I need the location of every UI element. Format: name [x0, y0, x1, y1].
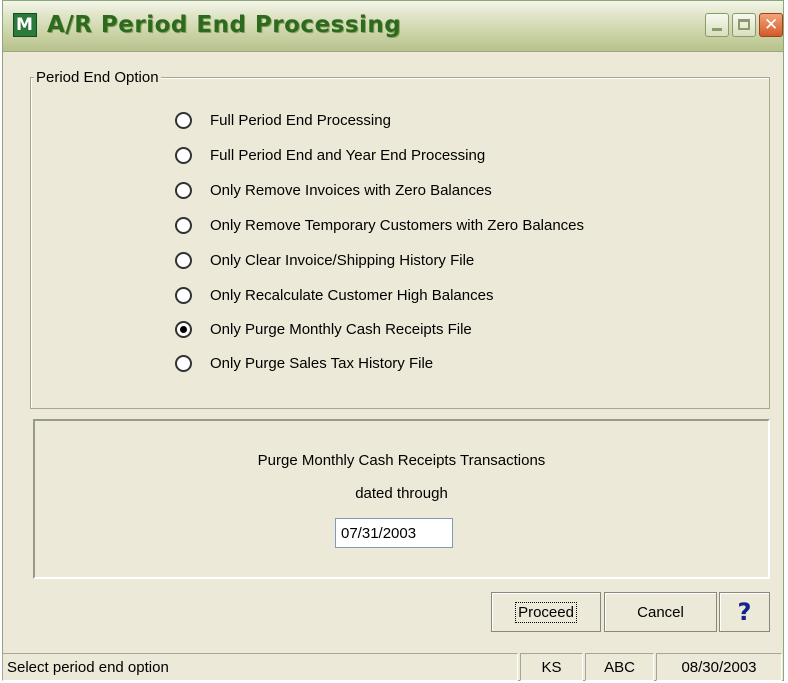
option-full-period-end[interactable]: Full Period End Processing — [175, 107, 391, 133]
window-title: A/R Period End Processing — [47, 12, 402, 38]
cancel-button[interactable]: Cancel — [604, 592, 717, 632]
option-label: Only Purge Monthly Cash Receipts File — [210, 320, 472, 338]
option-label: Only Clear Invoice/Shipping History File — [210, 251, 475, 269]
radio-button[interactable] — [175, 111, 192, 129]
status-user: KS — [520, 653, 583, 681]
status-message: Select period end option — [2, 653, 518, 681]
maximize-icon[interactable] — [732, 13, 756, 37]
detail-subheading: dated through — [355, 485, 448, 502]
status-bar: Select period end option KS ABC 08/30/20… — [2, 653, 784, 681]
option-label: Full Period End Processing — [210, 111, 391, 129]
option-purge-sales-tax[interactable]: Only Purge Sales Tax History File — [175, 350, 433, 376]
option-label: Only Remove Temporary Customers with Zer… — [210, 216, 585, 234]
group-legend: Period End Option — [34, 69, 161, 86]
help-button[interactable]: ? — [719, 592, 770, 632]
option-label: Only Remove Invoices with Zero Balances — [210, 181, 492, 199]
option-recalculate-high-balances[interactable]: Only Recalculate Customer High Balances — [175, 282, 493, 308]
status-company: ABC — [585, 653, 654, 681]
option-full-period-and-year-end[interactable]: Full Period End and Year End Processing — [175, 142, 485, 168]
dated-through-field[interactable] — [335, 518, 453, 548]
option-label: Only Purge Sales Tax History File — [210, 354, 434, 372]
radio-button[interactable] — [175, 216, 192, 234]
option-label: Full Period End and Year End Processing — [210, 146, 486, 164]
option-remove-temp-customers[interactable]: Only Remove Temporary Customers with Zer… — [175, 212, 584, 238]
radio-button-selected[interactable] — [175, 320, 192, 338]
detail-panel: Purge Monthly Cash Receipts Transactions… — [33, 419, 770, 579]
radio-button[interactable] — [175, 251, 192, 269]
radio-button[interactable] — [175, 354, 192, 372]
option-label: Only Recalculate Customer High Balances — [210, 286, 494, 304]
close-icon[interactable] — [759, 13, 783, 37]
option-purge-cash-receipts[interactable]: Only Purge Monthly Cash Receipts File — [175, 316, 472, 342]
option-remove-zero-invoices[interactable]: Only Remove Invoices with Zero Balances — [175, 177, 492, 203]
proceed-label: Proceed — [515, 601, 577, 623]
proceed-button[interactable]: Proceed — [491, 592, 601, 632]
detail-heading: Purge Monthly Cash Receipts Transactions — [257, 452, 546, 469]
status-date: 08/30/2003 — [656, 653, 782, 681]
option-clear-invoice-history[interactable]: Only Clear Invoice/Shipping History File — [175, 247, 474, 273]
title-bar[interactable]: A/R Period End Processing — [3, 1, 783, 52]
radio-button[interactable] — [175, 181, 192, 199]
minimize-icon[interactable] — [705, 13, 729, 37]
app-icon[interactable] — [13, 13, 37, 37]
radio-button[interactable] — [175, 146, 192, 164]
radio-button[interactable] — [175, 286, 192, 304]
